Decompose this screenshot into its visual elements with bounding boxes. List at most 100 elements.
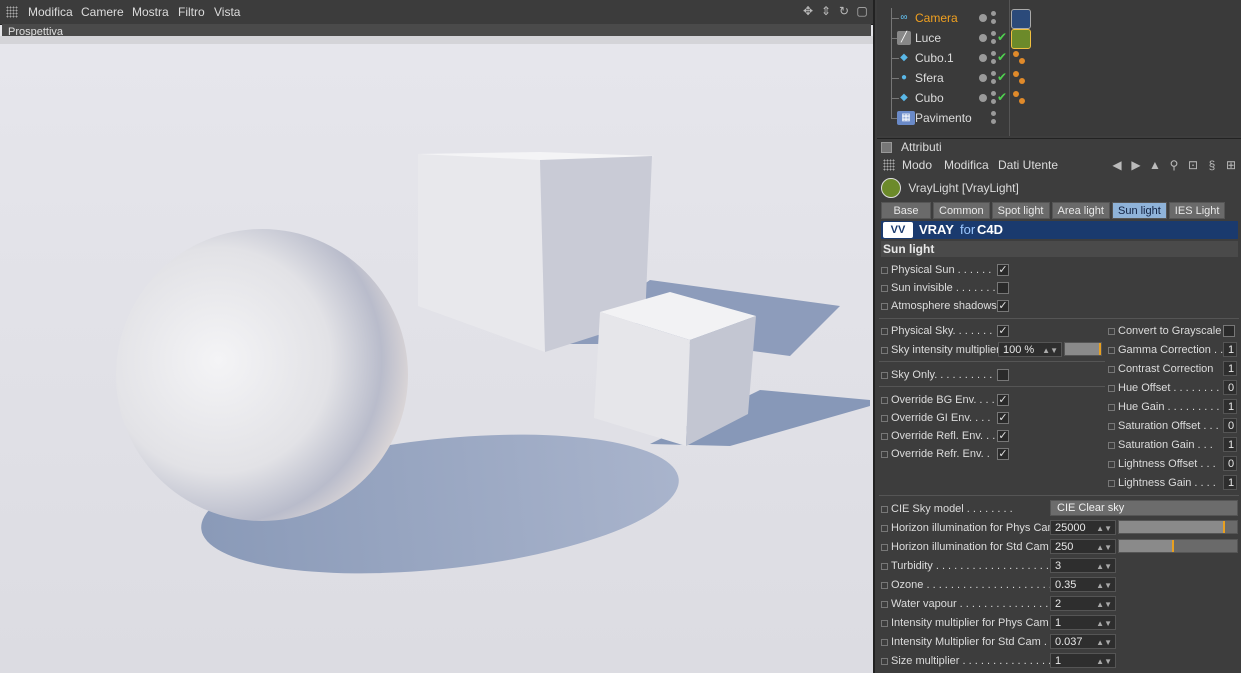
convert-gray-checkbox[interactable] [1223,325,1235,337]
object-row-pavimento[interactable]: ▦ Pavimento [877,108,1241,128]
override-refl-checkbox[interactable]: ✓ [997,430,1009,442]
tab-sun-light[interactable]: Sun light [1111,202,1167,219]
visibility-dots-icon[interactable] [991,110,999,126]
object-row-sfera[interactable]: ● Sfera ✔ [877,68,1241,88]
object-row-luce[interactable]: ╱ Luce ✔ [877,28,1241,49]
atmosphere-shadows-checkbox[interactable]: ✓ [997,300,1009,312]
stepper-icon[interactable]: ▲▼ [1096,578,1112,593]
object-row-cubo[interactable]: ◆ Cubo ✔ [877,88,1241,108]
render-dot-icon[interactable] [979,54,987,62]
rotate-icon[interactable]: ↻ [837,4,851,18]
horizon-phys-label: Horizon illumination for Phys Cam [891,522,1057,534]
up-icon[interactable]: ▲ [1147,157,1163,173]
tab-ies-light[interactable]: IES Light [1168,202,1226,219]
gamma-row: Gamma Correction . . [1108,341,1223,359]
contrast-field[interactable]: 1 [1223,361,1237,376]
render-dot-icon[interactable] [979,34,987,42]
tab-spot-light[interactable]: Spot light [991,202,1050,219]
sky-only-checkbox[interactable] [997,369,1009,381]
viewport-panel[interactable]: Modifica Camere Mostra Filtro Vista ✥ ⇕ … [0,0,873,673]
maximize-icon[interactable]: ▢ [855,4,869,18]
zoom-icon[interactable]: ⇕ [819,4,833,18]
stepper-icon[interactable]: ▲▼ [1042,343,1058,358]
horizon-phys-field[interactable]: 25000 ▲▼ [1050,520,1116,535]
sky-intensity-field[interactable]: 100 % ▲▼ [998,342,1062,357]
menu-modo[interactable]: Modo [902,158,932,172]
physical-sky-checkbox[interactable]: ✓ [997,325,1009,337]
tab-area-light[interactable]: Area light [1051,202,1110,219]
gamma-field[interactable]: 1 [1223,342,1237,357]
panel-icon[interactable] [881,142,892,153]
visibility-dots-icon[interactable] [991,10,999,26]
sat-offset-field[interactable]: 0 [1223,418,1237,433]
light-gain-field[interactable]: 1 [1223,475,1237,490]
size-field[interactable]: 1 ▲▼ [1050,653,1116,668]
object-row-cubo1[interactable]: ◆ Cubo.1 ✔ [877,48,1241,68]
enabled-check-icon[interactable]: ✔ [997,90,1007,104]
material-tag-icon[interactable] [1011,89,1029,107]
menu-dati-utente[interactable]: Dati Utente [998,158,1058,172]
enabled-check-icon[interactable]: ✔ [997,30,1007,44]
override-bg-checkbox[interactable]: ✓ [997,394,1009,406]
grip-icon[interactable] [883,159,895,171]
horizon-std-field[interactable]: 250 ▲▼ [1050,539,1116,554]
move-icon[interactable]: ✥ [801,4,815,18]
material-tag-icon[interactable] [1011,69,1029,87]
render-dot-icon[interactable] [979,14,987,22]
lock-icon[interactable]: ⊡ [1185,157,1201,173]
int-std-field[interactable]: 0.037 ▲▼ [1050,634,1116,649]
override-refr-checkbox[interactable]: ✓ [997,448,1009,460]
stepper-icon[interactable]: ▲▼ [1096,521,1112,536]
override-gi-checkbox[interactable]: ✓ [997,412,1009,424]
menu-filtro[interactable]: Filtro [178,5,205,19]
stepper-icon[interactable]: ▲▼ [1096,597,1112,612]
physical-sun-checkbox[interactable]: ✓ [997,264,1009,276]
search-icon[interactable]: ⚲ [1166,157,1182,173]
contrast-value: 1 [1228,363,1235,375]
menu-vista[interactable]: Vista [214,5,240,19]
vray-tag-icon[interactable] [1011,29,1031,49]
stepper-icon[interactable]: ▲▼ [1096,654,1112,669]
render-dot-icon[interactable] [979,94,987,102]
right-panel: ∞ Camera ╱ Luce ✔ ◆ Cubo.1 ✔ ● Sfera ✔ ◆… [873,0,1241,673]
menu-modifica[interactable]: Modifica [28,5,73,19]
camera-tag-icon[interactable] [1011,9,1031,29]
cie-dropdown[interactable]: CIE Clear sky [1050,500,1238,516]
divider [879,386,1105,387]
tab-common[interactable]: Common [933,202,990,219]
horizon-phys-slider[interactable] [1118,520,1238,534]
sat-gain-field[interactable]: 1 [1223,437,1237,452]
water-row: Water vapour . . . . . . . . . . . . . .… [881,595,1048,613]
back-icon[interactable]: ◀ [1109,157,1125,173]
grip-icon[interactable] [6,6,18,18]
stepper-icon[interactable]: ▲▼ [1096,635,1112,650]
sky-intensity-slider[interactable] [1064,342,1102,356]
forward-icon[interactable]: ▶ [1128,157,1144,173]
ozone-field[interactable]: 0.35 ▲▼ [1050,577,1116,592]
material-tag-icon[interactable] [1011,49,1029,67]
sun-invisible-checkbox[interactable] [997,282,1009,294]
object-row-camera[interactable]: ∞ Camera [877,8,1241,29]
stepper-icon[interactable]: ▲▼ [1096,616,1112,631]
stepper-icon[interactable]: ▲▼ [1096,559,1112,574]
menu-camere[interactable]: Camere [81,5,124,19]
int-std-label: Intensity Multiplier for Std Cam . . [891,636,1053,648]
tab-base[interactable]: Base [881,202,931,219]
hue-gain-field[interactable]: 1 [1223,399,1237,414]
horizon-std-slider[interactable] [1118,539,1238,553]
new-panel-icon[interactable]: ⊞ [1223,157,1239,173]
turbidity-field[interactable]: 3 ▲▼ [1050,558,1116,573]
enabled-check-icon[interactable]: ✔ [997,70,1007,84]
object-manager[interactable]: ∞ Camera ╱ Luce ✔ ◆ Cubo.1 ✔ ● Sfera ✔ ◆… [877,0,1241,136]
menu-mostra[interactable]: Mostra [132,5,169,19]
link-icon[interactable]: § [1204,157,1220,173]
render-dot-icon[interactable] [979,74,987,82]
hue-offset-field[interactable]: 0 [1223,380,1237,395]
stepper-icon[interactable]: ▲▼ [1096,540,1112,555]
menu-modifica-attr[interactable]: Modifica [944,158,989,172]
horizon-phys-value: 25000 [1055,522,1086,534]
enabled-check-icon[interactable]: ✔ [997,50,1007,64]
light-offset-field[interactable]: 0 [1223,456,1237,471]
int-phys-field[interactable]: 1 ▲▼ [1050,615,1116,630]
water-field[interactable]: 2 ▲▼ [1050,596,1116,611]
